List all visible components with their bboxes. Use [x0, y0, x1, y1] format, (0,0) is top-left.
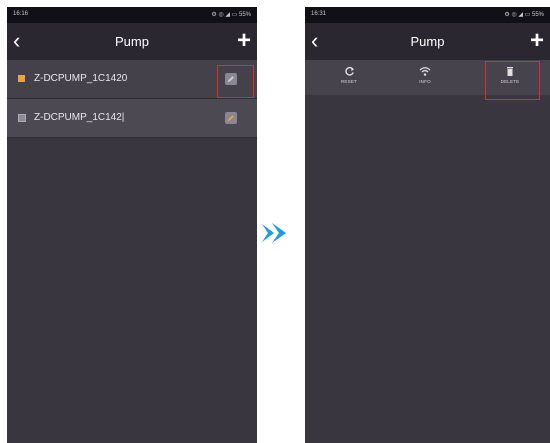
nav-bar: ‹ Pump + [305, 23, 550, 60]
status-icons: ⚙ ◎ ◢ ▭ 55% [211, 12, 251, 18]
status-time: 16:31 [311, 11, 327, 17]
highlight-box [217, 65, 254, 98]
status-icons: ⚙ ◎ ◢ ▭ 55% [504, 12, 544, 18]
info-label: INFO [419, 79, 431, 84]
transition-arrow-icon [262, 223, 286, 243]
page-title: Pump [410, 34, 445, 49]
wifi-icon [419, 67, 431, 76]
status-bar: 16:31 ⚙ ◎ ◢ ▭ 55% [305, 7, 550, 23]
page-title: Pump [115, 34, 149, 49]
info-button[interactable]: INFO [405, 64, 445, 84]
reset-button[interactable]: RESET [329, 64, 369, 84]
device-name: Z-DCPUMP_1C1420 [34, 73, 128, 84]
refresh-icon [344, 66, 354, 76]
add-icon[interactable]: + [530, 27, 544, 55]
nav-bar: ‹ Pump + [7, 23, 257, 60]
status-time: 16:16 [13, 11, 29, 17]
add-icon[interactable]: + [237, 27, 251, 55]
reset-label: RESET [340, 79, 357, 84]
highlight-box [485, 61, 540, 100]
edit-button[interactable] [225, 112, 237, 124]
status-bar: 16:16 ⚙ ◎ ◢ ▭ 55% [7, 7, 257, 23]
device-name: Z-DCPUMP_1C142| [34, 112, 125, 123]
device-indicator [18, 114, 26, 122]
device-indicator [18, 75, 25, 82]
pencil-icon [228, 115, 234, 121]
device-row[interactable]: Z-DCPUMP_1C142| [7, 99, 257, 138]
